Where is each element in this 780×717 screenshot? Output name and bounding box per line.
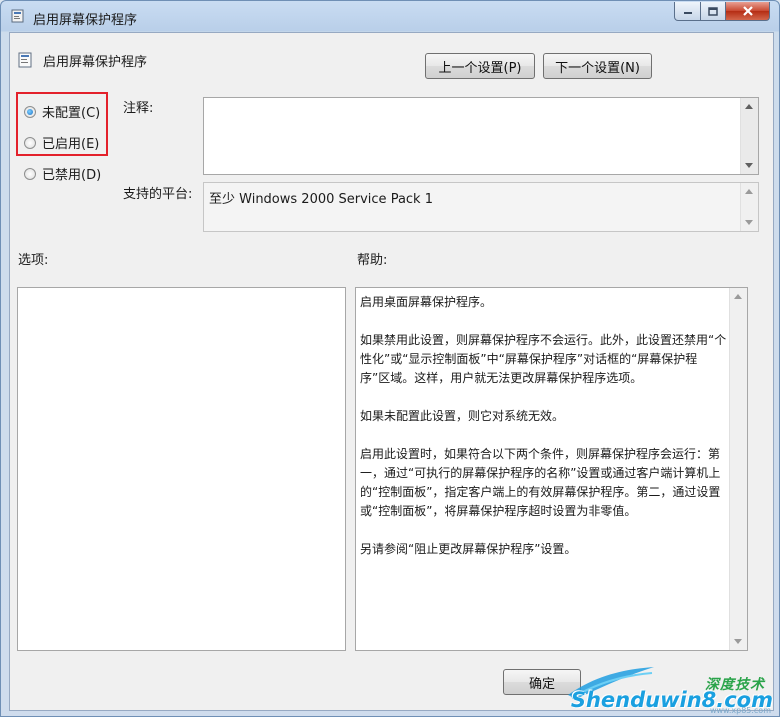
help-scrollbar[interactable] xyxy=(729,288,747,650)
radio-label-not-configured: 未配置(C) xyxy=(42,106,101,121)
comment-textarea[interactable] xyxy=(203,97,759,175)
help-paragraph: 另请参阅“阻止更改屏幕保护程序”设置。 xyxy=(360,542,577,556)
options-panel xyxy=(17,287,346,651)
radio-label-disabled: 已禁用(D) xyxy=(42,168,102,183)
setting-title: 启用屏幕保护程序 xyxy=(43,55,148,70)
radio-not-configured[interactable]: 未配置(C) xyxy=(24,102,100,121)
scroll-down-icon[interactable] xyxy=(745,220,753,225)
help-paragraph: 启用此设置时，如果符合以下两个条件，则屏幕保护程序会运行：第一，通过“可执行的屏… xyxy=(360,447,721,518)
platform-value: 至少 Windows 2000 Service Pack 1 xyxy=(209,192,433,207)
radio-button[interactable] xyxy=(24,136,36,149)
previous-setting-button[interactable]: 上一个设置(P) xyxy=(425,53,535,79)
platform-field: 至少 Windows 2000 Service Pack 1 xyxy=(203,182,759,232)
scroll-up-icon[interactable] xyxy=(745,104,753,109)
platform-scrollbar[interactable] xyxy=(740,183,758,231)
window-controls xyxy=(674,2,770,22)
help-panel: 启用桌面屏幕保护程序。 如果禁用此设置，则屏幕保护程序不会运行。此外，此设置还禁… xyxy=(355,287,748,651)
policy-icon xyxy=(11,9,24,23)
maximize-button[interactable] xyxy=(701,2,726,21)
scroll-down-icon[interactable] xyxy=(745,163,753,168)
radio-disabled[interactable]: 已禁用(D) xyxy=(24,164,101,183)
options-label: 选项: xyxy=(18,253,49,268)
help-paragraph: 如果禁用此设置，则屏幕保护程序不会运行。此外，此设置还禁用“个性化”或“显示控制… xyxy=(360,333,727,385)
site-watermark: 深度技术 Shenduwin8.com www.xp85.com xyxy=(571,677,773,715)
radio-button-checked[interactable] xyxy=(24,105,36,118)
scroll-up-icon[interactable] xyxy=(734,294,742,299)
dialog-client-area: 启用屏幕保护程序 上一个设置(P) 下一个设置(N) 未配置(C) 已启用(E)… xyxy=(9,32,774,711)
platform-label: 支持的平台: xyxy=(123,187,193,202)
comment-label: 注释: xyxy=(123,101,154,116)
watermark-sub: 深度技术 xyxy=(705,677,765,693)
policy-setting-icon xyxy=(18,52,32,68)
dialog-window: 启用屏幕保护程序 启用屏幕保护程序 上一个设置(P) 下一个设置(N) 未配置(… xyxy=(0,0,780,717)
comment-scrollbar[interactable] xyxy=(740,98,758,174)
radio-label-enabled: 已启用(E) xyxy=(42,137,100,152)
help-paragraph: 如果未配置此设置，则它对系统无效。 xyxy=(360,409,565,423)
close-icon xyxy=(742,6,753,16)
help-text: 启用桌面屏幕保护程序。 如果禁用此设置，则屏幕保护程序不会运行。此外，此设置还禁… xyxy=(360,293,727,578)
next-setting-button[interactable]: 下一个设置(N) xyxy=(543,53,652,79)
radio-enabled[interactable]: 已启用(E) xyxy=(24,133,99,152)
title-bar[interactable]: 启用屏幕保护程序 xyxy=(1,1,779,31)
radio-button[interactable] xyxy=(24,167,36,180)
scroll-up-icon[interactable] xyxy=(745,189,753,194)
maximize-icon xyxy=(708,6,718,16)
scroll-down-icon[interactable] xyxy=(734,639,742,644)
help-label: 帮助: xyxy=(357,253,388,268)
close-button[interactable] xyxy=(726,2,770,21)
help-paragraph: 启用桌面屏幕保护程序。 xyxy=(360,295,493,309)
minimize-icon xyxy=(683,12,692,14)
minimize-button[interactable] xyxy=(674,2,701,21)
watermark-url: www.xp85.com xyxy=(709,706,771,715)
window-title: 启用屏幕保护程序 xyxy=(33,13,138,28)
